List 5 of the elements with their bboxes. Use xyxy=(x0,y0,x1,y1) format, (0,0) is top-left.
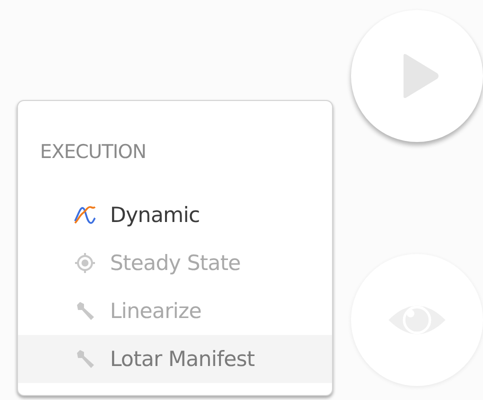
wave-icon xyxy=(73,203,97,227)
menu-item[interactable]: Dynamic xyxy=(18,191,332,239)
target-icon xyxy=(73,251,97,275)
menu-item[interactable]: Lotar Manifest xyxy=(18,335,332,383)
menu-heading: EXECUTION xyxy=(40,141,148,163)
